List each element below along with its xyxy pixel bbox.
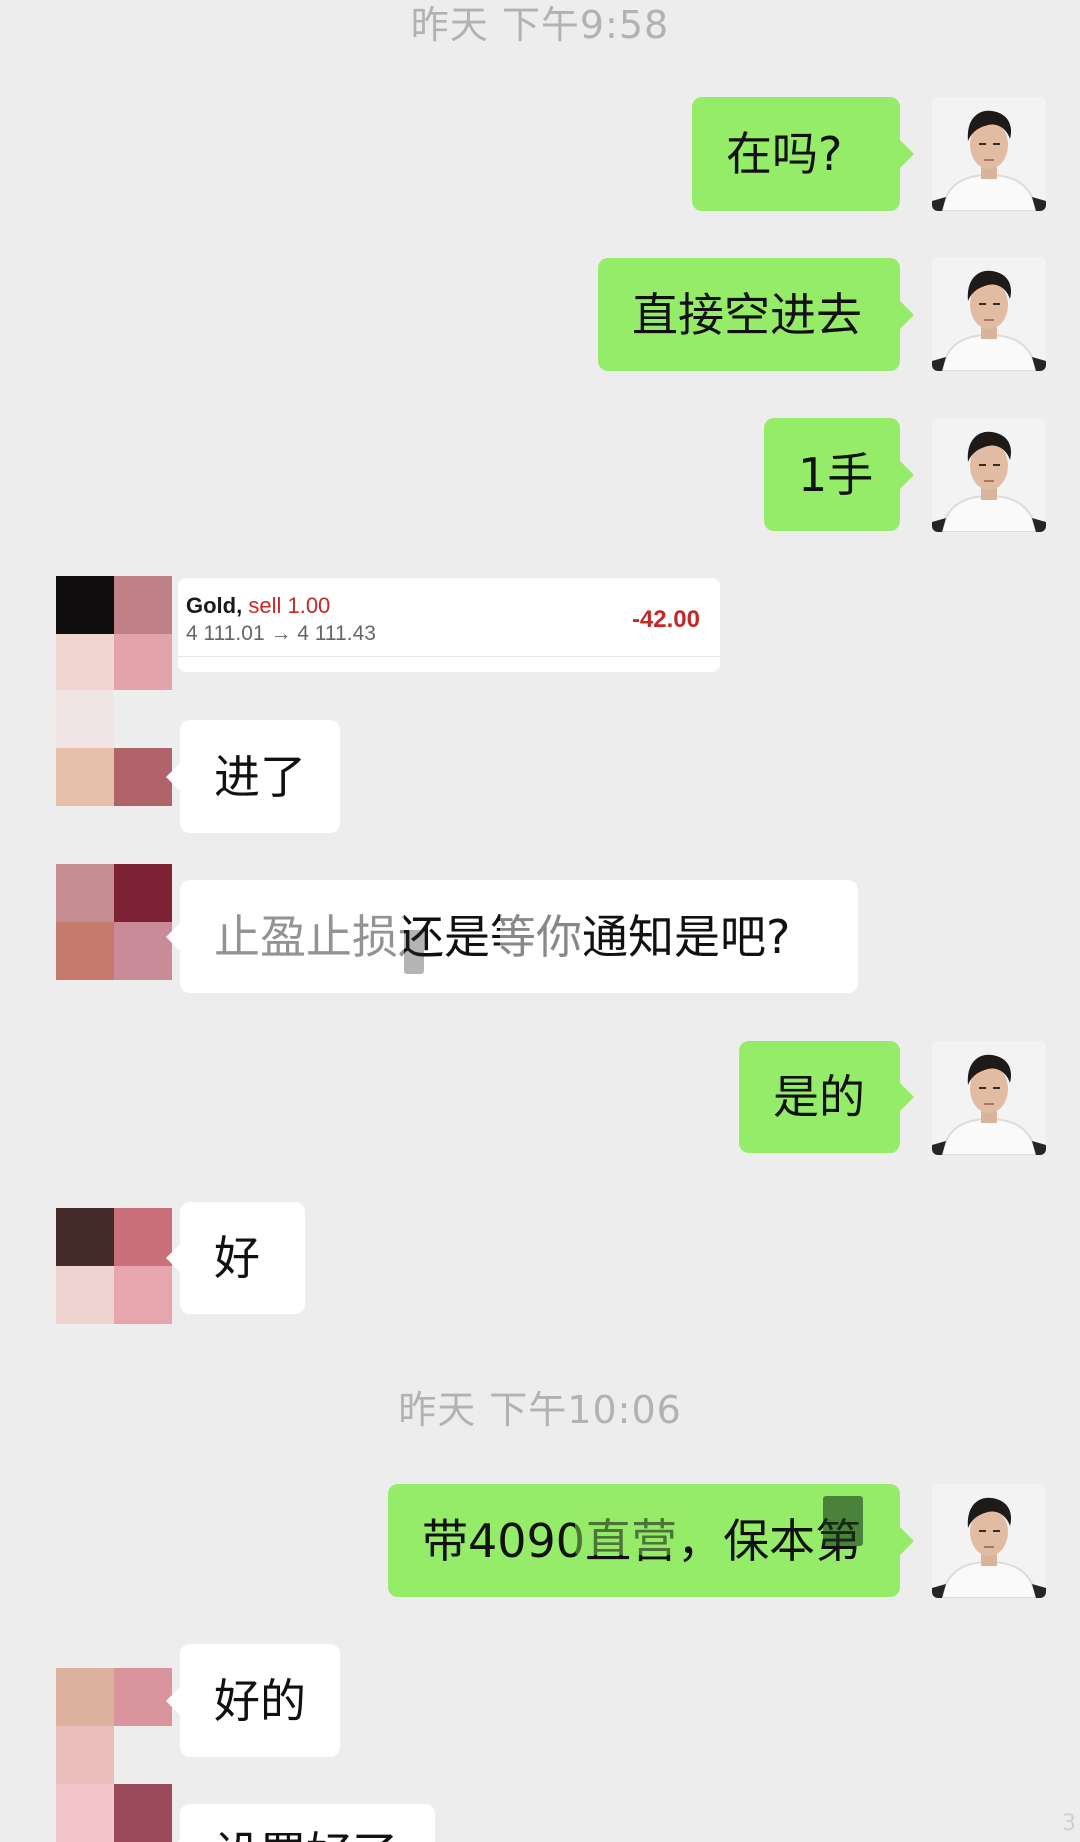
message-text: 好: [214, 1231, 260, 1285]
trade-pnl: -42.00: [631, 606, 700, 633]
contact-avatar[interactable]: [56, 1784, 172, 1842]
trade-symbol: Gold,: [186, 593, 243, 618]
message-bubble-outgoing[interactable]: 1手: [764, 418, 914, 531]
contact-avatar[interactable]: [56, 576, 172, 692]
trade-title: Gold, sell 1.00: [186, 592, 702, 620]
my-avatar[interactable]: [932, 418, 1046, 532]
message-bubble-outgoing[interactable]: 是的: [739, 1041, 914, 1153]
message-bubble-incoming[interactable]: 设置好了: [166, 1804, 435, 1842]
message-text: 直接空进去: [632, 287, 862, 342]
mosaic-blur: [823, 1496, 863, 1546]
chat-window[interactable]: 昨天 下午9:58 在吗? 直接空进去 1手 Gold, sell 1.00 4…: [0, 0, 1080, 1842]
contact-avatar[interactable]: [56, 690, 172, 806]
trade-side: sell 1.00: [248, 593, 331, 618]
trade-screenshot-card[interactable]: Gold, sell 1.00 4 111.01 → 4 111.43 -42.…: [178, 578, 720, 672]
mosaic-blur: [214, 905, 404, 975]
message-text: 1手: [798, 447, 874, 502]
message-bubble-incoming[interactable]: 好: [166, 1202, 305, 1314]
message-text: 在吗?: [726, 127, 843, 181]
my-avatar[interactable]: [932, 1041, 1046, 1155]
message-text: 进了: [214, 749, 306, 804]
message-text: 好的: [214, 1673, 306, 1728]
avatar-portrait-icon: [932, 97, 1046, 211]
my-avatar[interactable]: [932, 257, 1046, 371]
scroll-indicator: 3: [1062, 1811, 1076, 1836]
timestamp: 昨天 下午10:06: [398, 1388, 682, 1432]
message-text: 设置好了: [214, 1826, 398, 1842]
avatar-portrait-icon: [932, 1041, 1046, 1155]
trade-prices: 4 111.01 → 4 111.43: [186, 622, 376, 645]
avatar-portrait-icon: [932, 418, 1046, 532]
contact-avatar[interactable]: [56, 1208, 172, 1324]
mosaic-blur: [500, 905, 580, 975]
avatar-portrait-icon: [932, 1484, 1046, 1598]
card-divider: [178, 656, 720, 657]
message-bubble-outgoing[interactable]: 直接空进去: [598, 258, 914, 371]
my-avatar[interactable]: [932, 97, 1046, 211]
message-bubble-incoming[interactable]: 好的: [166, 1644, 340, 1757]
avatar-portrait-icon: [932, 257, 1046, 371]
mosaic-blur: [575, 1495, 685, 1555]
mosaic-blur: [404, 930, 424, 974]
message-bubble-outgoing[interactable]: 在吗?: [692, 97, 914, 211]
my-avatar[interactable]: [932, 1484, 1046, 1598]
contact-avatar[interactable]: [56, 864, 172, 980]
message-bubble-incoming[interactable]: 进了: [166, 720, 340, 833]
contact-avatar[interactable]: [56, 1668, 172, 1784]
message-text: 是的: [773, 1070, 865, 1124]
timestamp: 昨天 下午9:58: [410, 3, 670, 47]
